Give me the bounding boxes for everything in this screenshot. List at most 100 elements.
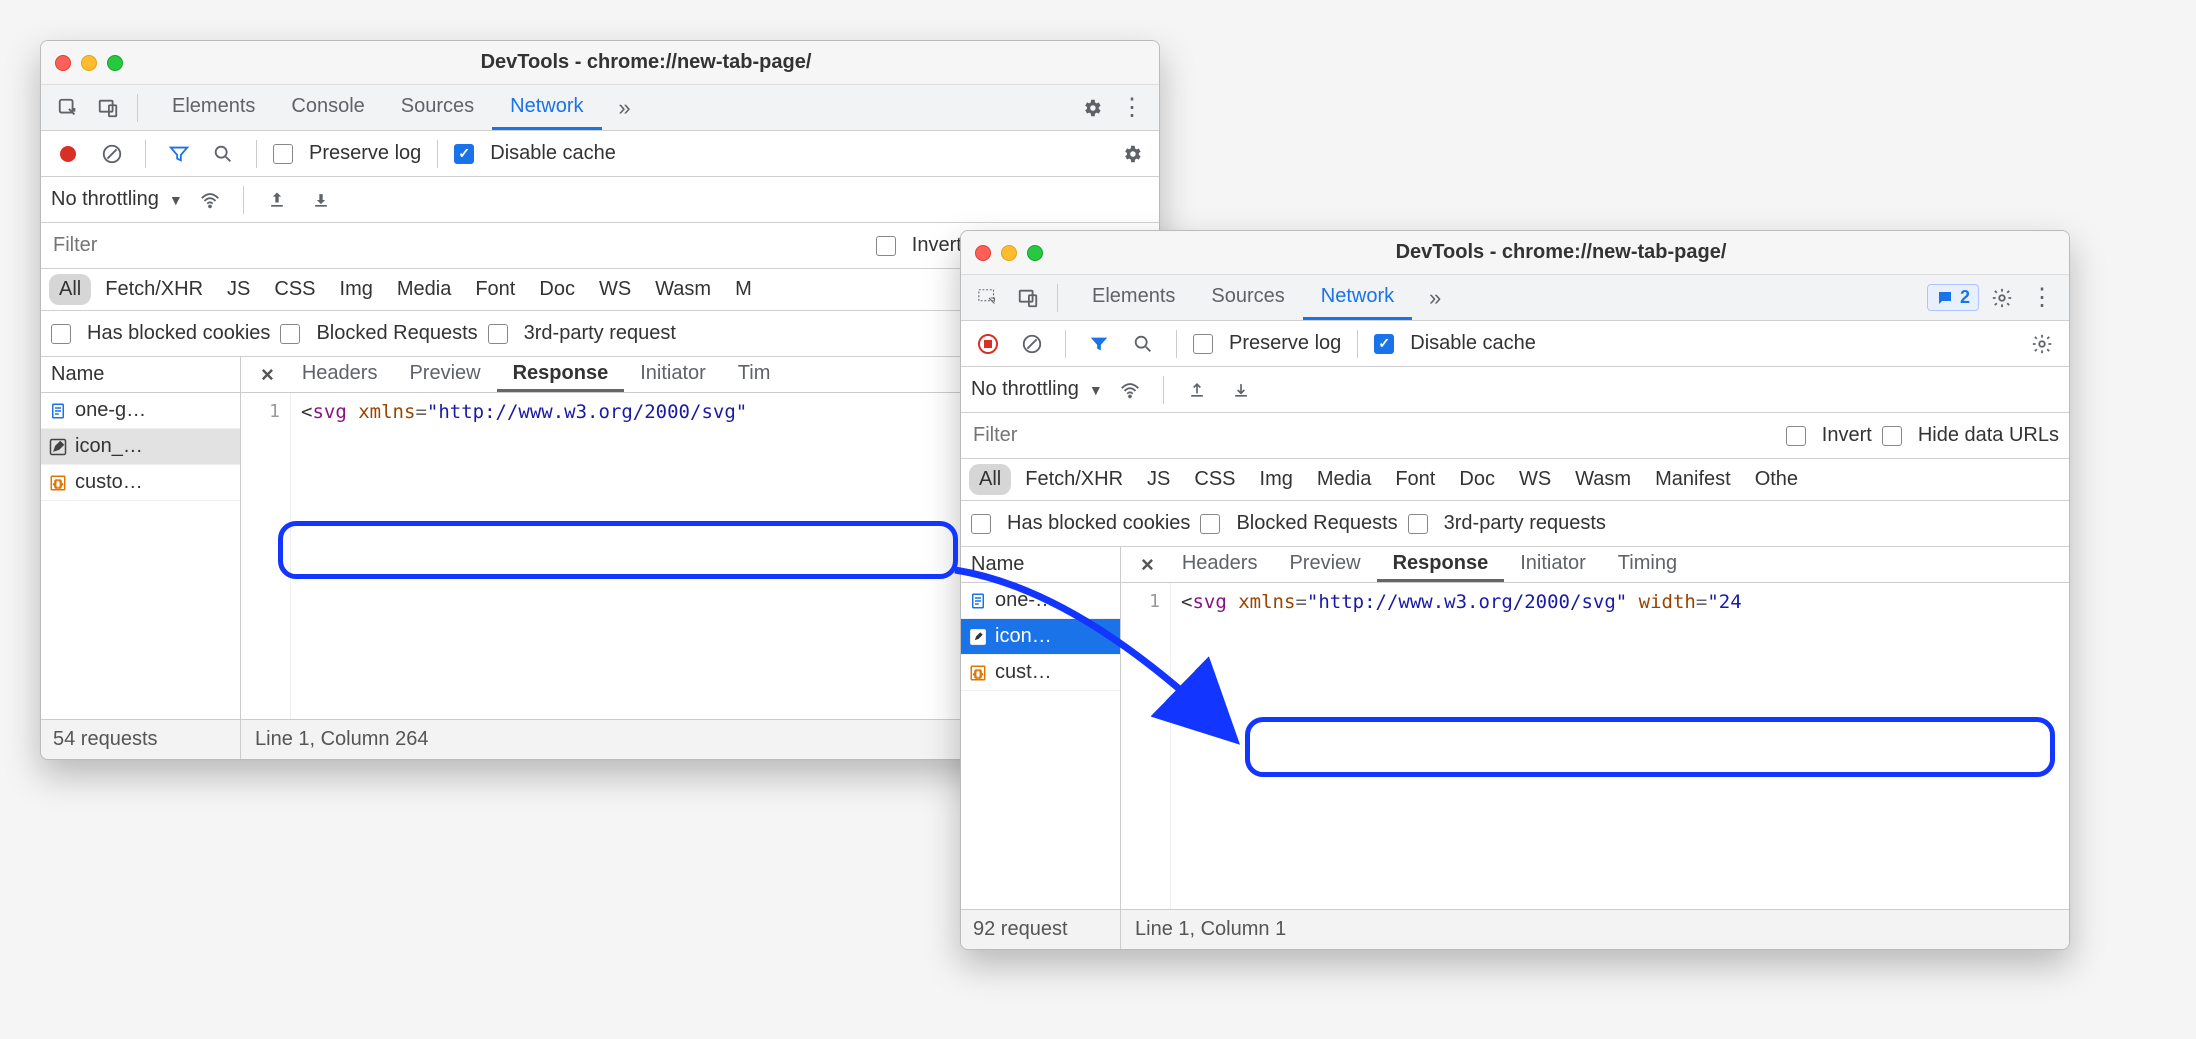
minimize-icon[interactable] xyxy=(81,55,97,71)
type-pill-ws[interactable]: WS xyxy=(1509,464,1561,495)
blocked-requests-checkbox[interactable] xyxy=(280,324,300,344)
type-pill-media[interactable]: Media xyxy=(1307,464,1381,495)
type-pill-fetchxhr[interactable]: Fetch/XHR xyxy=(95,274,213,305)
detail-tab-preview[interactable]: Preview xyxy=(1273,547,1376,582)
detail-tab-preview[interactable]: Preview xyxy=(393,357,496,392)
type-pill-font[interactable]: Font xyxy=(1385,464,1445,495)
network-settings-gear-icon[interactable] xyxy=(1115,137,1149,171)
device-toolbar-icon[interactable] xyxy=(91,91,125,125)
request-row[interactable]: icon_… xyxy=(41,429,240,465)
kebab-menu-icon[interactable]: ⋮ xyxy=(1115,91,1149,125)
search-icon[interactable] xyxy=(1126,327,1160,361)
issues-badge[interactable]: 2 xyxy=(1927,284,1979,311)
download-har-icon[interactable] xyxy=(304,183,338,217)
disable-cache-checkbox[interactable] xyxy=(1374,334,1394,354)
type-pill-css[interactable]: CSS xyxy=(1184,464,1245,495)
maximize-icon[interactable] xyxy=(107,55,123,71)
type-pill-ws[interactable]: WS xyxy=(589,274,641,305)
tab-network[interactable]: Network xyxy=(492,85,601,130)
disable-cache-checkbox[interactable] xyxy=(454,144,474,164)
throttling-select[interactable]: No throttling xyxy=(51,188,159,211)
close-panel-icon[interactable]: × xyxy=(249,362,286,388)
detail-tab-response[interactable]: Response xyxy=(1377,547,1505,582)
network-conditions-icon[interactable] xyxy=(1113,373,1147,407)
invert-checkbox[interactable] xyxy=(1786,426,1806,446)
type-pill-all[interactable]: All xyxy=(49,274,91,305)
type-pill-js[interactable]: JS xyxy=(1137,464,1180,495)
name-column-header[interactable]: Name xyxy=(41,357,240,393)
detail-tab-timing[interactable]: Tim xyxy=(722,357,787,392)
upload-har-icon[interactable] xyxy=(260,183,294,217)
type-pill-media[interactable]: Media xyxy=(387,274,461,305)
type-pill-manifest[interactable]: Manifest xyxy=(1645,464,1741,495)
name-column-header[interactable]: Name xyxy=(961,547,1120,583)
close-icon[interactable] xyxy=(55,55,71,71)
type-pill-wasm[interactable]: Wasm xyxy=(645,274,721,305)
settings-gear-icon[interactable] xyxy=(1985,281,2019,315)
blocked-cookies-checkbox[interactable] xyxy=(971,514,991,534)
type-pill-js[interactable]: JS xyxy=(217,274,260,305)
network-settings-gear-icon[interactable] xyxy=(2025,327,2059,361)
network-conditions-icon[interactable] xyxy=(193,183,227,217)
type-pill-img[interactable]: Img xyxy=(330,274,383,305)
type-pill-other[interactable]: Othe xyxy=(1745,464,1808,495)
type-pill-font[interactable]: Font xyxy=(465,274,525,305)
response-editor[interactable]: 1 <svg xmlns="http://www.w3.org/2000/svg… xyxy=(1121,583,2069,909)
record-icon[interactable] xyxy=(971,327,1005,361)
throttling-select[interactable]: No throttling xyxy=(971,378,1079,401)
kebab-menu-icon[interactable]: ⋮ xyxy=(2025,281,2059,315)
invert-checkbox[interactable] xyxy=(876,236,896,256)
close-panel-icon[interactable]: × xyxy=(1129,552,1166,578)
download-har-icon[interactable] xyxy=(1224,373,1258,407)
filter-input[interactable] xyxy=(971,420,1211,451)
inspect-element-icon[interactable] xyxy=(51,91,85,125)
tab-sources[interactable]: Sources xyxy=(1193,275,1302,320)
preserve-log-checkbox[interactable] xyxy=(273,144,293,164)
response-code-line[interactable]: <svg xmlns="http://www.w3.org/2000/svg" xyxy=(291,393,751,719)
upload-har-icon[interactable] xyxy=(1180,373,1214,407)
settings-gear-icon[interactable] xyxy=(1075,91,1109,125)
detail-tab-headers[interactable]: Headers xyxy=(286,357,394,392)
clear-icon[interactable] xyxy=(95,137,129,171)
type-pill-all[interactable]: All xyxy=(969,464,1011,495)
tab-sources[interactable]: Sources xyxy=(383,85,492,130)
request-row[interactable]: {} cust… xyxy=(961,655,1120,691)
filter-input[interactable] xyxy=(51,230,291,261)
tab-console[interactable]: Console xyxy=(273,85,382,130)
detail-tab-initiator[interactable]: Initiator xyxy=(624,357,722,392)
filter-icon[interactable] xyxy=(162,137,196,171)
chevron-down-icon[interactable]: ▼ xyxy=(1089,382,1103,398)
type-pill-doc[interactable]: Doc xyxy=(529,274,585,305)
tab-elements[interactable]: Elements xyxy=(1074,275,1193,320)
response-code-line[interactable]: <svg xmlns="http://www.w3.org/2000/svg" … xyxy=(1171,583,1746,909)
device-toolbar-icon[interactable] xyxy=(1011,281,1045,315)
maximize-icon[interactable] xyxy=(1027,245,1043,261)
more-tabs-icon[interactable]: » xyxy=(1418,281,1452,315)
search-icon[interactable] xyxy=(206,137,240,171)
request-row[interactable]: icon… xyxy=(961,619,1120,655)
request-row[interactable]: one-g… xyxy=(41,393,240,429)
detail-tab-timing[interactable]: Timing xyxy=(1602,547,1693,582)
detail-tab-headers[interactable]: Headers xyxy=(1166,547,1274,582)
request-row[interactable]: one-… xyxy=(961,583,1120,619)
type-pill-truncated[interactable]: M xyxy=(725,274,762,305)
more-tabs-icon[interactable]: » xyxy=(608,91,642,125)
filter-icon[interactable] xyxy=(1082,327,1116,361)
detail-tab-response[interactable]: Response xyxy=(497,357,625,392)
chevron-down-icon[interactable]: ▼ xyxy=(169,192,183,208)
tab-elements[interactable]: Elements xyxy=(154,85,273,130)
record-icon[interactable] xyxy=(51,137,85,171)
detail-tab-initiator[interactable]: Initiator xyxy=(1504,547,1602,582)
inspect-element-icon[interactable] xyxy=(971,281,1005,315)
blocked-cookies-checkbox[interactable] xyxy=(51,324,71,344)
tab-network[interactable]: Network xyxy=(1303,275,1412,320)
type-pill-img[interactable]: Img xyxy=(1250,464,1303,495)
hide-data-urls-checkbox[interactable] xyxy=(1882,426,1902,446)
type-pill-wasm[interactable]: Wasm xyxy=(1565,464,1641,495)
type-pill-css[interactable]: CSS xyxy=(264,274,325,305)
third-party-checkbox[interactable] xyxy=(1408,514,1428,534)
close-icon[interactable] xyxy=(975,245,991,261)
preserve-log-checkbox[interactable] xyxy=(1193,334,1213,354)
third-party-checkbox[interactable] xyxy=(488,324,508,344)
request-row[interactable]: {} custo… xyxy=(41,465,240,501)
